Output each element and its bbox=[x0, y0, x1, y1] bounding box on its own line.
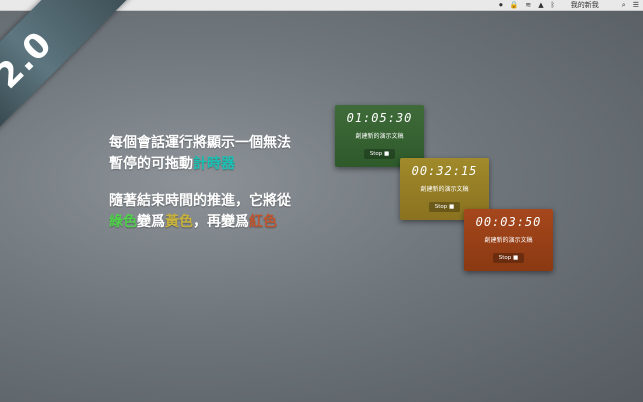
timer-title: 創建新的演示文稿 bbox=[484, 237, 533, 244]
feature-description: 每個會話運行將顯示一個無法暫停的可拖動計時器 隨著結束時間的推進，它將從綠色變爲… bbox=[109, 133, 299, 249]
airplay-icon[interactable]: ▲ bbox=[538, 0, 543, 11]
stop-button[interactable]: Stop ■ bbox=[428, 202, 461, 212]
highlight-green: 綠色 bbox=[109, 214, 137, 230]
record-icon[interactable]: ⏺ bbox=[499, 0, 503, 11]
version-badge-text: 2.0 bbox=[0, 23, 61, 97]
lock-icon[interactable]: 🔒 bbox=[510, 0, 519, 11]
description-text: 隨著結束時間的推進，它將從 bbox=[109, 193, 291, 209]
search-icon[interactable]: ⌕ bbox=[622, 0, 626, 11]
highlight-red: 紅色 bbox=[249, 214, 277, 230]
timer-readout: 00:03:50 bbox=[475, 215, 542, 229]
timer-readout: 01:05:30 bbox=[346, 111, 413, 125]
highlight-yellow: 黃色 bbox=[165, 214, 193, 230]
timer-readout: 00:32:15 bbox=[411, 164, 478, 178]
list-icon[interactable]: ☰ bbox=[633, 0, 639, 11]
description-text: 變爲 bbox=[137, 214, 165, 230]
wifi-icon[interactable]: ≋ bbox=[525, 0, 531, 11]
description-text: ，再變爲 bbox=[193, 214, 249, 230]
timer-window-red[interactable]: 00:03:50 創建新的演示文稿 Stop ■ bbox=[464, 209, 553, 271]
version-badge: 2.0 bbox=[0, 0, 137, 145]
stop-button[interactable]: Stop ■ bbox=[363, 149, 396, 159]
highlight-timer: 計時器 bbox=[193, 156, 235, 172]
menubar-user[interactable]: 我的新我 bbox=[571, 0, 599, 11]
description-paragraph-1: 每個會話運行將顯示一個無法暫停的可拖動計時器 bbox=[109, 133, 299, 175]
bluetooth-icon[interactable]: ᛒ bbox=[551, 0, 555, 11]
stop-button[interactable]: Stop ■ bbox=[492, 253, 525, 263]
timer-title: 創建新的演示文稿 bbox=[420, 186, 469, 193]
description-paragraph-2: 隨著結束時間的推進，它將從綠色變爲黃色，再變爲紅色 bbox=[109, 191, 299, 233]
timer-title: 創建新的演示文稿 bbox=[355, 133, 404, 140]
